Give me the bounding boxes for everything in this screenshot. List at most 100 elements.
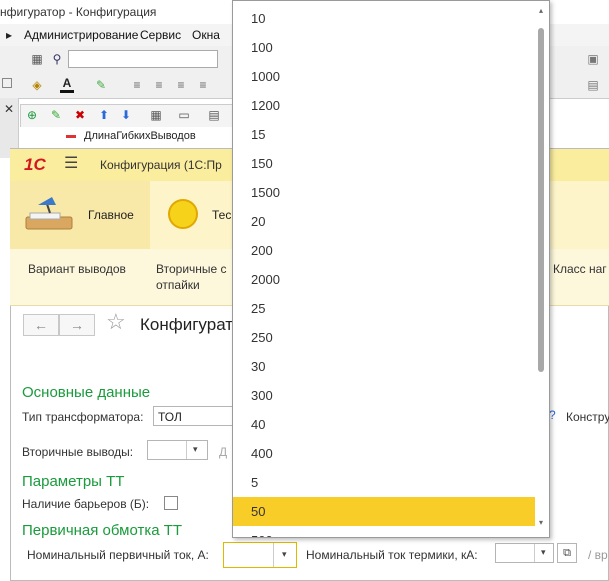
dropdown-option[interactable]: 150 xyxy=(233,149,535,178)
barriers-checkbox[interactable] xyxy=(164,496,178,510)
section-second-label[interactable]: Тес xyxy=(212,208,231,222)
menu-icon[interactable]: ☰ xyxy=(64,153,78,173)
dropdown-scroll-thumb[interactable] xyxy=(538,28,544,372)
dropdown-option[interactable]: 50 xyxy=(233,497,535,526)
align-left-icon[interactable]: ≡ xyxy=(130,78,144,92)
nav-class[interactable]: Класс наг xyxy=(553,262,607,276)
dropdown-option-label: 25 xyxy=(251,301,266,316)
favorite-star-icon[interactable]: ☆ xyxy=(106,309,126,335)
configurator-title: нфигуратор - Конфигурация xyxy=(0,5,157,19)
dropdown-option[interactable]: 2000 xyxy=(233,265,535,294)
edit-icon[interactable]: ✎ xyxy=(49,108,63,122)
dropdown-option[interactable]: 25 xyxy=(233,294,535,323)
nominal-primary-label: Номинальный первичный ток, А: xyxy=(27,548,209,562)
font-color-icon[interactable]: A xyxy=(60,76,74,93)
delete-icon[interactable]: ✖ xyxy=(73,108,87,122)
menu-windows[interactable]: Окна xyxy=(192,28,220,42)
move-down-icon[interactable]: ⬇ xyxy=(119,108,133,122)
dropdown-option-label: 15 xyxy=(251,127,266,142)
dropdown-option-label: 200 xyxy=(251,243,273,258)
checkbox-icon[interactable] xyxy=(2,78,12,88)
window-title: Конфигурация (1С:Пр xyxy=(100,158,222,172)
dropdown-option[interactable]: 300 xyxy=(233,381,535,410)
menu-administration[interactable]: Администрирование xyxy=(24,28,138,42)
attribute-icon xyxy=(66,135,76,138)
open-form-icon[interactable]: ⧉ xyxy=(557,543,577,563)
forward-button[interactable]: → xyxy=(59,314,95,336)
current-value-dropdown-list[interactable]: 10 100 1000 1200 15 150 1500 20 200 2000 25 250 30 30… xyxy=(232,0,550,538)
search-icon[interactable]: ⚲ xyxy=(50,52,64,66)
tree-row-label: ДлинаГибкихВыводов xyxy=(84,130,196,142)
nav-secondary-line2[interactable]: отпайки xyxy=(156,278,200,292)
tree-row[interactable]: ДлинаГибкихВыводов xyxy=(20,127,232,147)
dropdown-option[interactable]: 20 xyxy=(233,207,535,236)
highlight-icon[interactable]: ✎ xyxy=(94,78,108,92)
dropdown-option[interactable]: 1200 xyxy=(233,91,535,120)
dropdown-option-label: 1000 xyxy=(251,69,280,84)
transformer-type-label: Тип трансформатора: xyxy=(22,410,144,424)
properties-icon[interactable]: ▦ xyxy=(149,108,163,122)
nav-secondary-line1[interactable]: Вторичные с xyxy=(156,262,227,276)
trailing-text: / вр xyxy=(588,548,608,562)
dropdown-option-label: 500 xyxy=(251,533,273,537)
section-main[interactable]: Главное xyxy=(10,181,150,249)
view-icon[interactable]: ▭ xyxy=(177,108,191,122)
scroll-down-icon[interactable]: ▾ xyxy=(536,518,546,527)
dropdown-option[interactable]: 1000 xyxy=(233,62,535,91)
dropdown-option-label: 5 xyxy=(251,475,259,490)
dropdown-option[interactable]: 1500 xyxy=(233,178,535,207)
dropdown-arrow-icon[interactable]: ▾ xyxy=(193,444,198,455)
nominal-thermal-label: Номинальный ток термики, кА: xyxy=(306,548,478,562)
dropdown-arrow-icon[interactable]: ▾ xyxy=(541,547,546,558)
close-icon[interactable]: ✕ xyxy=(2,102,16,116)
form-title: Конфигурат xyxy=(140,315,234,334)
info-icon[interactable]: ? xyxy=(549,408,556,422)
desk-lamp-icon xyxy=(25,197,73,230)
configurator-search-input[interactable] xyxy=(68,50,218,68)
align-justify-icon[interactable]: ≡ xyxy=(196,78,210,92)
dropdown-option-label: 40 xyxy=(251,417,266,432)
add-icon[interactable]: ⊕ xyxy=(25,108,39,122)
dropdown-option-label: 1500 xyxy=(251,185,280,200)
dropdown-option-label: 250 xyxy=(251,330,273,345)
align-right-icon[interactable]: ≡ xyxy=(174,78,188,92)
options-icon[interactable]: ▤ xyxy=(207,108,221,122)
menu-service[interactable]: Сервис xyxy=(140,28,181,42)
group-tt-params: Параметры ТТ xyxy=(22,473,125,490)
dropdown-option[interactable]: 500 xyxy=(233,526,535,537)
window-icon[interactable]: ▣ xyxy=(586,52,600,66)
construct-label: Констру xyxy=(566,410,609,424)
dropdown-option[interactable]: 250 xyxy=(233,323,535,352)
move-up-icon[interactable]: ⬆ xyxy=(97,108,111,122)
dropdown-option-label: 2000 xyxy=(251,272,280,287)
group-primary-winding: Первичная обмотка ТТ xyxy=(22,522,183,539)
transformer-type-field[interactable]: ТОЛ xyxy=(153,406,233,426)
dropdown-option[interactable]: 200 xyxy=(233,236,535,265)
dropdown-option-label: 10 xyxy=(251,11,266,26)
dropdown-option-label: 50 xyxy=(251,504,266,519)
dropdown-option[interactable]: 400 xyxy=(233,439,535,468)
section-second-icon[interactable] xyxy=(168,199,198,229)
nominal-primary-field[interactable]: ▾ xyxy=(223,542,297,568)
secondary-outputs-field[interactable]: ▾ xyxy=(147,440,208,460)
table-icon[interactable]: ▤ xyxy=(586,78,600,92)
back-button[interactable]: ← xyxy=(23,314,59,336)
dropdown-arrow-icon[interactable]: ▾ xyxy=(282,549,287,560)
dropdown-option[interactable]: 5 xyxy=(233,468,535,497)
scroll-up-icon[interactable]: ▴ xyxy=(536,6,546,15)
dropdown-option-label: 150 xyxy=(251,156,273,171)
nominal-thermal-field[interactable]: ▾ xyxy=(495,543,554,563)
dropdown-option[interactable]: 40 xyxy=(233,410,535,439)
dropdown-option-label: 1200 xyxy=(251,98,280,113)
dropdown-option[interactable]: 30 xyxy=(233,352,535,381)
dropdown-option[interactable]: 100 xyxy=(233,33,535,62)
barriers-label: Наличие барьеров (Б): xyxy=(22,497,150,511)
section-main-label: Главное xyxy=(88,208,134,222)
fill-color-icon[interactable]: ◈ xyxy=(30,78,44,92)
dropdown-option[interactable]: 15 xyxy=(233,120,535,149)
find-icon[interactable]: ▦ xyxy=(30,52,44,66)
align-center-icon[interactable]: ≡ xyxy=(152,78,166,92)
nav-variant[interactable]: Вариант выводов xyxy=(28,262,126,276)
dropdown-option[interactable]: 10 xyxy=(233,4,535,33)
group-basic-data: Основные данные xyxy=(22,384,151,401)
